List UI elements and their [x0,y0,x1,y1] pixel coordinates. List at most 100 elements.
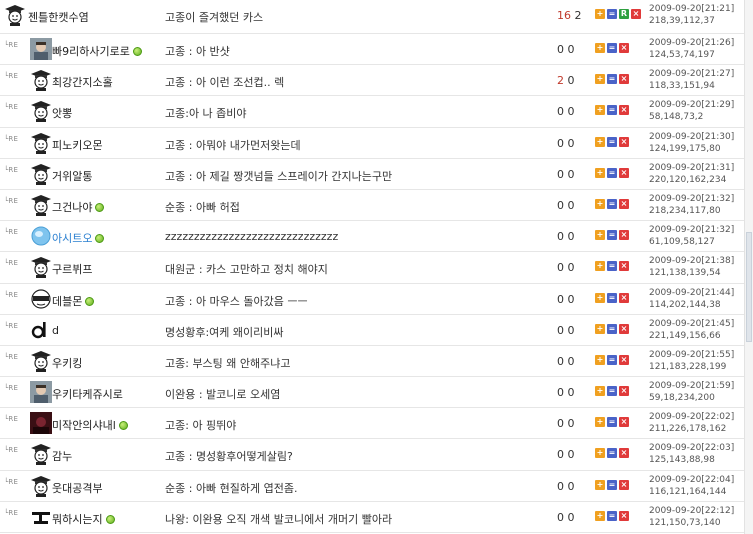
recommend-button[interactable]: R [619,9,629,19]
nickname-text[interactable]: 뭐하시는지 [52,513,103,526]
nickname[interactable]: 감누 [52,448,72,464]
equal-button[interactable]: = [607,105,617,116]
equal-button[interactable]: = [607,386,617,397]
student-cap-avatar[interactable] [30,132,52,154]
equal-button[interactable]: = [607,510,617,521]
delete-button[interactable]: × [619,510,629,521]
nickname-text[interactable]: 최강간지소홀 [52,76,113,89]
nickname[interactable]: 미작안의샤내l [52,417,128,433]
nickname-text[interactable]: 우키타케쥬시로 [52,388,123,401]
equal-button[interactable]: = [607,261,617,272]
add-button[interactable]: + [595,292,605,303]
nickname-text[interactable]: 미작안의샤내l [52,419,116,432]
nickname-text[interactable]: 거위알통 [52,170,92,183]
nickname-text[interactable]: d [52,324,59,337]
student-cap-avatar[interactable] [30,475,52,497]
delete-button[interactable]: × [619,292,629,303]
nickname-text[interactable]: 구르뷔프 [52,263,92,276]
nickname-text[interactable]: 그건나야 [52,201,92,214]
nickname[interactable]: 뭐하시는지 [52,511,115,527]
nickname[interactable]: 젠틀한캣수염 [28,9,89,25]
nickname[interactable]: 구르뷔프 [52,261,92,277]
equal-button[interactable]: = [607,167,617,178]
add-button[interactable]: + [595,386,605,397]
scrollbar[interactable] [744,0,753,534]
equal-button[interactable]: = [607,198,617,209]
nickname[interactable]: 최강간지소홀 [52,74,113,90]
student-cap-avatar[interactable] [30,256,52,279]
nickname[interactable]: 아시트오 [52,230,105,246]
delete-button[interactable]: × [619,323,629,334]
add-button[interactable]: + [595,479,605,490]
delete-button[interactable]: × [619,43,629,53]
delete-button[interactable]: × [619,386,629,397]
delete-button[interactable]: × [619,198,629,209]
equal-button[interactable]: = [607,230,617,241]
add-button[interactable]: + [595,43,605,53]
nickname-text[interactable]: 젠틀한캣수염 [28,11,89,24]
add-button[interactable]: + [595,323,605,334]
nickname-text[interactable]: 아시트오 [52,232,92,245]
nickname-text[interactable]: 감누 [52,450,72,463]
delete-button[interactable]: × [619,167,629,178]
delete-button[interactable]: × [619,448,629,459]
nickname[interactable]: 거위알통 [52,168,92,184]
nickname-text[interactable]: 우키킹 [52,357,82,370]
student-cap-avatar[interactable] [30,443,52,466]
nickname-text[interactable]: 데블몬 [52,295,82,308]
equal-button[interactable]: = [607,323,617,334]
equal-button[interactable]: = [607,43,617,53]
student-cap-avatar[interactable] [4,4,26,26]
equal-button[interactable]: = [607,292,617,303]
student-cap-avatar[interactable] [30,163,52,185]
globe-avatar[interactable] [30,225,52,247]
visor-avatar[interactable] [30,288,52,310]
delete-button[interactable]: × [631,9,641,19]
add-button[interactable]: + [595,448,605,459]
add-button[interactable]: + [595,74,605,85]
equal-button[interactable]: = [607,354,617,365]
delete-button[interactable]: × [619,230,629,241]
dark-photo-avatar[interactable] [30,412,52,435]
nickname[interactable]: 웃대공격부 [52,480,103,496]
delete-button[interactable]: × [619,354,629,365]
nickname-text[interactable]: 앗뽕 [52,107,72,120]
add-button[interactable]: + [595,167,605,178]
add-button[interactable]: + [595,261,605,272]
delete-button[interactable]: × [619,261,629,272]
nickname[interactable]: 우키킹 [52,355,82,371]
delete-button[interactable]: × [619,136,629,147]
delete-button[interactable]: × [619,479,629,490]
delete-button[interactable]: × [619,74,629,85]
scrollbar-thumb[interactable] [746,232,752,342]
nickname[interactable]: 우키타케쥬시로 [52,386,123,402]
photo-avatar[interactable] [30,38,52,60]
add-button[interactable]: + [595,105,605,116]
student-cap-avatar[interactable] [30,194,52,216]
add-button[interactable]: + [595,9,605,19]
student-cap-avatar[interactable] [30,69,52,92]
add-button[interactable]: + [595,354,605,365]
equal-button[interactable]: = [607,479,617,490]
nickname-text[interactable]: 빠9리하사기로로 [52,45,130,58]
delete-button[interactable]: × [619,105,629,116]
nickname[interactable]: d [52,324,59,337]
nickname-text[interactable]: 웃대공격부 [52,482,103,495]
add-button[interactable]: + [595,198,605,209]
equal-button[interactable]: = [607,448,617,459]
add-button[interactable]: + [595,417,605,428]
symbol-avatar[interactable] [30,506,52,528]
nickname-text[interactable]: 피노키오몬 [52,139,103,152]
add-button[interactable]: + [595,136,605,147]
nickname[interactable]: 앗뽕 [52,105,72,121]
delete-button[interactable]: × [619,417,629,428]
add-button[interactable]: + [595,510,605,521]
nickname[interactable]: 빠9리하사기로로 [52,43,142,59]
equal-button[interactable]: = [607,9,617,19]
nickname[interactable]: 피노키오몬 [52,137,103,153]
nickname[interactable]: 그건나야 [52,199,105,215]
equal-button[interactable]: = [607,417,617,428]
student-cap-avatar[interactable] [30,100,52,123]
equal-button[interactable]: = [607,136,617,147]
equal-button[interactable]: = [607,74,617,85]
